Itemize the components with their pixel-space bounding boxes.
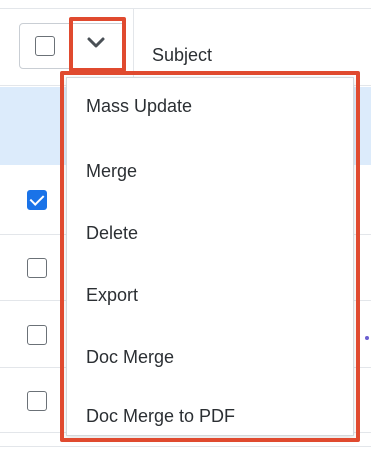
chevron-down-icon[interactable] — [83, 34, 109, 52]
row-checkbox[interactable] — [27, 258, 47, 278]
row-checkbox[interactable] — [27, 391, 47, 411]
row-checkbox[interactable] — [27, 190, 47, 210]
row-checkbox[interactable] — [27, 325, 47, 345]
select-all-checkbox[interactable] — [35, 36, 55, 56]
column-header-subject[interactable]: Subject — [152, 45, 212, 66]
menu-highlight-outline — [60, 71, 360, 442]
list-view: Subject Mass Update Merge Delete Export … — [0, 0, 371, 455]
row-indicator-dot — [365, 336, 369, 340]
